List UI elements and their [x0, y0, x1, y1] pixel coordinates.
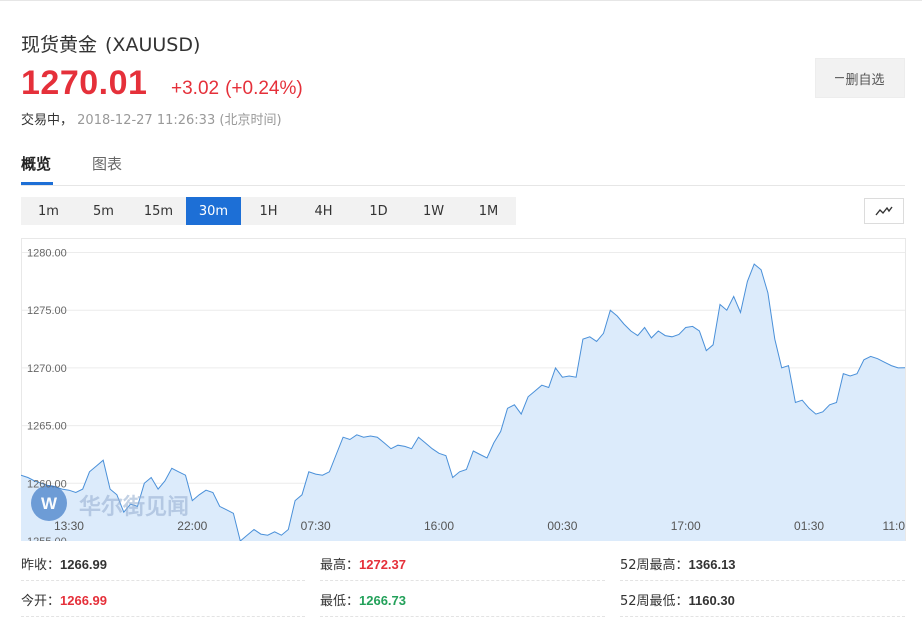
stat-value: 1266.99 — [60, 557, 108, 572]
tab-chart[interactable]: 图表 — [92, 153, 122, 174]
period-1w[interactable]: 1W — [406, 197, 461, 225]
top-divider — [0, 0, 922, 1]
stat-label: 52周最高： — [620, 558, 689, 573]
change-percent: (+0.24%) — [225, 78, 303, 99]
y-tick-label: 1265.00 — [27, 421, 67, 433]
change-value: +3.02 — [171, 78, 220, 99]
view-tabs: 概览 图表 — [21, 150, 905, 186]
period-1h[interactable]: 1H — [241, 197, 296, 225]
period-1mo[interactable]: 1M — [461, 197, 516, 225]
x-tick-label: 11:0 — [883, 519, 906, 533]
status-timezone: (北京时间) — [219, 113, 282, 128]
period-15m[interactable]: 15m — [131, 197, 186, 225]
watermark-logo-letter: W — [41, 494, 58, 513]
x-tick-label: 13:30 — [54, 519, 84, 533]
stat-value: 1366.13 — [688, 557, 736, 572]
last-price: 1270.01 — [21, 64, 148, 102]
stat-label: 今开： — [21, 594, 61, 609]
instrument-code: (XAUUSD) — [105, 34, 201, 56]
stat-52w-high: 52周最高：1366.13 — [620, 549, 905, 581]
remove-watchlist-label: 删自选 — [845, 72, 885, 88]
x-tick-label: 22:00 — [177, 519, 207, 533]
instrument-title: 现货黄金 (XAUUSD) — [21, 30, 200, 57]
line-chart-icon — [875, 202, 893, 221]
stat-label: 最高： — [320, 558, 360, 573]
x-tick-label: 16:00 — [424, 519, 454, 533]
y-tick-label: 1270.00 — [27, 363, 67, 375]
stat-value: 1160.30 — [688, 593, 735, 608]
stat-prev-close: 昨收：1266.99 — [21, 549, 305, 581]
status-timestamp: 2018-12-27 11:26:33 — [77, 113, 216, 128]
stat-label: 最低： — [320, 594, 360, 609]
stat-label: 52周最低： — [620, 594, 689, 609]
watermark-text: 华尔街见闻 — [79, 494, 189, 520]
y-tick-label: 1280.00 — [27, 248, 67, 260]
remove-watchlist-button[interactable]: 删自选 — [815, 58, 905, 98]
period-selector: 1m 5m 15m 30m 1H 4H 1D 1W 1M — [21, 197, 516, 225]
x-tick-label: 00:30 — [547, 519, 577, 533]
trading-status: 交易中， 2018-12-27 11:26:33 (北京时间) — [21, 109, 282, 128]
x-tick-label: 07:30 — [301, 519, 331, 533]
x-tick-label: 17:00 — [671, 519, 701, 533]
minus-icon — [835, 71, 845, 86]
tab-overview[interactable]: 概览 — [21, 153, 51, 174]
period-5m[interactable]: 5m — [76, 197, 131, 225]
period-30m[interactable]: 30m — [186, 197, 241, 225]
stat-value: 1266.73 — [359, 593, 407, 608]
stat-label: 昨收： — [21, 558, 61, 573]
active-tab-indicator — [21, 182, 53, 185]
price-chart: W 华尔街见闻 1280.00 1275.00 1270.00 1265.00 1260… — [21, 238, 906, 541]
stat-open: 今开：1266.99 — [21, 585, 305, 617]
y-tick-label: 1260.00 — [27, 478, 67, 490]
y-tick-label: 1275.00 — [27, 305, 67, 317]
instrument-name: 现货黄金 — [21, 34, 98, 56]
chart-type-button[interactable] — [864, 198, 904, 224]
y-tick-label: 1255.00 — [27, 536, 67, 541]
status-label: 交易中， — [21, 113, 74, 128]
period-4h[interactable]: 4H — [296, 197, 351, 225]
stat-high: 最高：1272.37 — [320, 549, 605, 581]
period-1m[interactable]: 1m — [21, 197, 76, 225]
stat-value: 1266.99 — [60, 593, 108, 608]
stat-52w-low: 52周最低：1160.30 — [620, 585, 905, 617]
period-1d[interactable]: 1D — [351, 197, 406, 225]
x-tick-label: 01:30 — [794, 519, 824, 533]
price-change: +3.02 (+0.24%) — [171, 78, 303, 100]
stat-value: 1272.37 — [359, 557, 407, 572]
price-chart-svg: W 华尔街见闻 1280.00 1275.00 1270.00 1265.00 1260… — [21, 238, 906, 541]
stat-low: 最低：1266.73 — [320, 585, 605, 617]
